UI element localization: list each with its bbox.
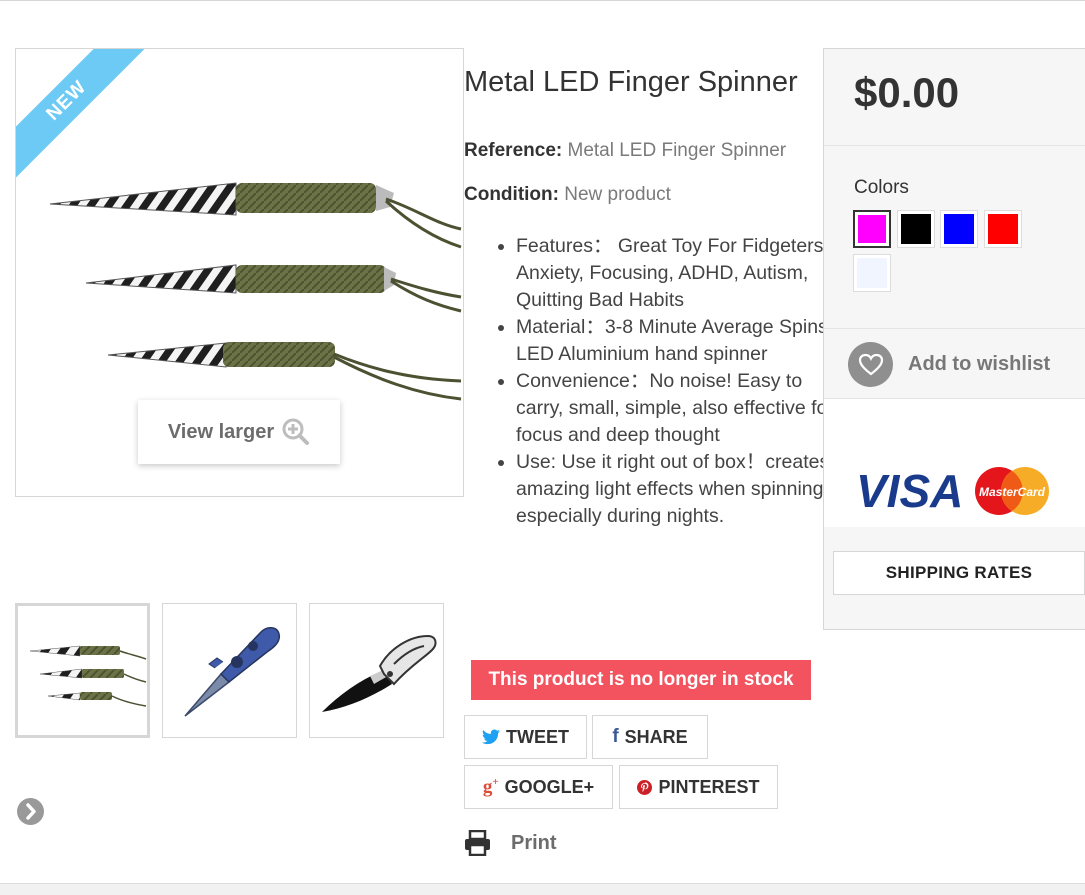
thumbnail-1[interactable]: [15, 603, 150, 738]
product-reference: Reference: Metal LED Finger Spinner: [464, 140, 786, 162]
pinterest-icon: [637, 779, 653, 795]
reference-value: Metal LED Finger Spinner: [567, 140, 787, 161]
reference-label: Reference:: [464, 140, 563, 161]
color-swatch-red[interactable]: [984, 210, 1022, 248]
top-divider: [0, 0, 1085, 1]
payment-logos: VISA MasterCard: [824, 399, 1085, 527]
print-label: Print: [511, 831, 557, 854]
bottom-divider: [0, 883, 1085, 895]
color-swatch-magenta[interactable]: [853, 210, 891, 248]
tweet-label: TWEET: [506, 726, 569, 747]
google-plus-label: GOOGLE+: [504, 776, 595, 797]
feature-item: Use: Use it right out of box！creates ama…: [516, 449, 846, 530]
facebook-icon: f: [612, 726, 619, 747]
main-product-image[interactable]: NEW View larger: [15, 48, 464, 497]
thumbnail-2[interactable]: [162, 603, 297, 738]
swatch-fill: [988, 214, 1018, 244]
thumbnail-blue-knife-image: [184, 627, 281, 717]
google-plus-button[interactable]: g+ GOOGLE+: [464, 765, 613, 809]
product-title: Metal LED Finger Spinner: [464, 66, 798, 98]
pinterest-label: PINTEREST: [658, 776, 760, 797]
wishlist-label: Add to wishlist: [908, 353, 1051, 375]
shipping-rates-button[interactable]: SHIPPING RATES: [833, 551, 1085, 595]
swatch-fill: [858, 215, 886, 243]
condition-value: New product: [564, 184, 671, 205]
out-of-stock-alert: This product is no longer in stock: [471, 660, 811, 700]
colors-label: Colors: [854, 177, 909, 198]
sidebar-divider: [824, 328, 1085, 329]
thumbnail-next-button[interactable]: [17, 798, 44, 825]
view-larger-button[interactable]: View larger: [138, 400, 340, 464]
product-condition: Condition: New product: [464, 184, 671, 206]
purchase-sidebar: $0.00 Colors Add to wishlist VISA Master…: [823, 48, 1085, 630]
share-button[interactable]: f SHARE: [592, 715, 708, 759]
feature-item: Convenience：No noise! Easy to carry, sma…: [516, 368, 846, 449]
print-button[interactable]: Print: [464, 830, 557, 856]
price-box: $0.00: [824, 49, 1085, 146]
color-swatch-white[interactable]: [853, 254, 891, 292]
thumbnail-folding-knife-image: [322, 634, 437, 712]
pinterest-button[interactable]: PINTEREST: [619, 765, 778, 809]
google-plus-icon: g+: [482, 775, 499, 798]
feature-item: Material：3-8 Minute Average Spins! LED A…: [516, 314, 846, 368]
new-ribbon: NEW: [16, 49, 150, 183]
heart-icon-circle: [848, 342, 893, 387]
add-to-wishlist-button[interactable]: Add to wishlist: [848, 342, 1050, 387]
swatch-fill: [857, 258, 887, 288]
visa-mastercard-logo: VISA MasterCard: [856, 465, 1049, 517]
feature-item: Features： Great Toy For Fidgeters, Anxie…: [516, 233, 846, 314]
product-features-list: Features： Great Toy For Fidgeters, Anxie…: [476, 233, 846, 530]
twitter-icon: [482, 729, 500, 745]
new-badge: NEW: [16, 49, 150, 183]
heart-icon: [858, 353, 883, 375]
view-larger-label: View larger: [167, 420, 275, 443]
swatch-fill: [901, 214, 931, 244]
tweet-button[interactable]: TWEET: [464, 715, 587, 759]
color-swatch-black[interactable]: [897, 210, 935, 248]
product-price: $0.00: [854, 69, 960, 116]
condition-label: Condition:: [464, 184, 559, 205]
zoom-in-icon: [282, 418, 310, 445]
color-swatch-blue[interactable]: [940, 210, 978, 248]
thumbnail-3[interactable]: [309, 603, 444, 738]
printer-icon: [465, 830, 490, 856]
mastercard-logo-text: MasterCard: [979, 485, 1046, 499]
visa-logo-text: VISA: [856, 465, 963, 517]
thumbnail-knife-set-image: [29, 645, 147, 707]
swatch-fill: [944, 214, 974, 244]
chevron-right-icon: [26, 803, 36, 820]
share-label: SHARE: [624, 726, 688, 747]
